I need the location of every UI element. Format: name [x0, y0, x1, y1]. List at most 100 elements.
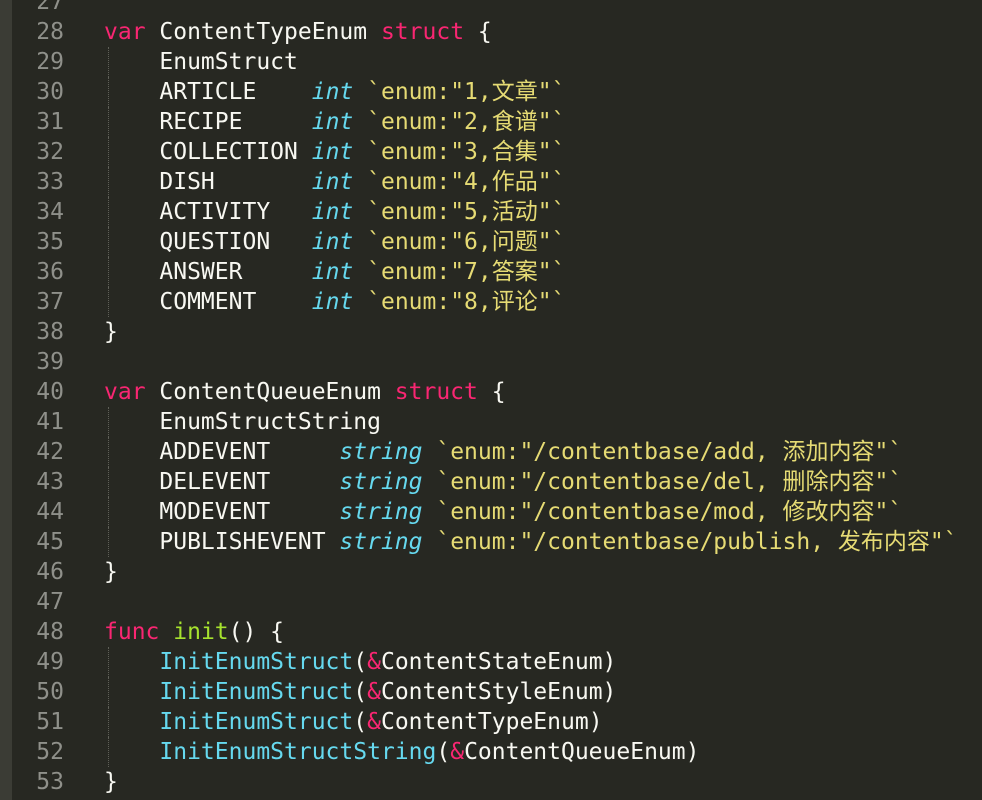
token-pl: } [104, 559, 118, 585]
code-line[interactable]: 43 DELEVENT string `enum:"/contentbase/d… [12, 467, 982, 497]
code-line[interactable]: 51 InitEnumStruct(&ContentTypeEnum) [12, 707, 982, 737]
token-typ: string [339, 529, 423, 555]
code-lines[interactable]: 27 28 var ContentTypeEnum struct {29 EnumS… [12, 0, 982, 797]
code-text: var ContentQueueEnum struct { [104, 377, 506, 407]
token-typ: string [339, 499, 423, 525]
code-text: COLLECTION int `enum:"3,合集"` [104, 137, 565, 167]
code-line[interactable]: 36 ANSWER int `enum:"7,答案"` [12, 257, 982, 287]
line-number: 28 [36, 19, 64, 45]
code-line[interactable]: 42 ADDEVENT string `enum:"/contentbase/a… [12, 437, 982, 467]
code-line[interactable]: 53} [12, 767, 982, 797]
code-text: InitEnumStructString(&ContentQueueEnum) [104, 737, 699, 767]
token-kw: & [367, 679, 381, 705]
code-text: var ContentTypeEnum struct { [104, 17, 492, 47]
line-number: 29 [36, 49, 64, 75]
token-typ: int [311, 79, 354, 105]
code-line[interactable]: 45 PUBLISHEVENT string `enum:"/contentba… [12, 527, 982, 557]
token-pl: ContentTypeEnum [145, 19, 381, 45]
token-kw: & [450, 739, 465, 765]
code-line[interactable]: 52 InitEnumStructString(&ContentQueueEnu… [12, 737, 982, 767]
token-call: InitEnumStructString [159, 739, 437, 765]
code-line[interactable]: 49 InitEnumStruct(&ContentStateEnum) [12, 647, 982, 677]
code-editor[interactable]: 27 28 var ContentTypeEnum struct {29 EnumS… [0, 0, 982, 800]
code-line[interactable]: 28 var ContentTypeEnum struct { [12, 17, 982, 47]
token-pl: ContentStyleEnum) [380, 679, 617, 705]
code-line[interactable]: 41 EnumStructString [12, 407, 982, 437]
token-typ: int [311, 169, 354, 195]
code-line[interactable]: 37 COMMENT int `enum:"8,评论"` [12, 287, 982, 317]
token-kw: & [367, 649, 381, 675]
token-pl: COLLECTION [159, 139, 312, 165]
token-str: `enum:"6,问题"` [367, 229, 566, 255]
token-pl: { [477, 379, 506, 405]
code-line[interactable]: 27 [12, 0, 982, 17]
token-kw: & [367, 709, 381, 735]
code-line[interactable]: 29 EnumStruct [12, 47, 982, 77]
token-pl: DELEVENT [159, 469, 340, 495]
line-number: 53 [36, 769, 64, 795]
code-line[interactable]: 47 [12, 587, 982, 617]
token-typ: int [311, 259, 354, 285]
token-pl: DISH [159, 169, 312, 195]
code-text: COMMENT int `enum:"8,评论"` [104, 287, 565, 317]
line-number: 51 [36, 709, 64, 735]
code-line[interactable]: 31 RECIPE int `enum:"2,食谱"` [12, 107, 982, 137]
code-line[interactable]: 32 COLLECTION int `enum:"3,合集"` [12, 137, 982, 167]
line-number: 40 [36, 379, 64, 405]
code-text: } [104, 557, 118, 587]
token-pl: { [464, 19, 492, 45]
line-number: 39 [36, 349, 64, 375]
code-line[interactable]: 38} [12, 317, 982, 347]
line-number: 27 [36, 0, 64, 15]
code-text: QUESTION int `enum:"6,问题"` [104, 227, 565, 257]
line-number: 38 [36, 319, 64, 345]
line-number: 32 [36, 139, 64, 165]
token-call: InitEnumStruct [159, 649, 354, 675]
token-call: InitEnumStruct [159, 679, 354, 705]
line-number: 46 [36, 559, 64, 585]
token-typ: string [339, 469, 423, 495]
line-number: 31 [36, 109, 64, 135]
token-str: `enum:"5,活动"` [367, 199, 566, 225]
code-text: ANSWER int `enum:"7,答案"` [104, 257, 565, 287]
token-pl: COMMENT [159, 289, 312, 315]
code-line[interactable]: 35 QUESTION int `enum:"6,问题"` [12, 227, 982, 257]
token-kw: var [104, 19, 146, 45]
code-line[interactable]: 40 var ContentQueueEnum struct { [12, 377, 982, 407]
code-line[interactable]: 30 ARTICLE int `enum:"1,文章"` [12, 77, 982, 107]
code-text: ADDEVENT string `enum:"/contentbase/add,… [104, 437, 902, 467]
code-text: } [104, 317, 118, 347]
code-line[interactable]: 34 ACTIVITY int `enum:"5,活动"` [12, 197, 982, 227]
code-text: DISH int `enum:"4,作品"` [104, 167, 565, 197]
token-pl: ContentQueueEnum [145, 379, 395, 405]
line-number: 42 [36, 439, 64, 465]
token-pl: ContentQueueEnum) [464, 739, 700, 765]
code-line[interactable]: 44 MODEVENT string `enum:"/contentbase/m… [12, 497, 982, 527]
line-number: 41 [36, 409, 64, 435]
token-pl: } [104, 769, 118, 795]
code-line[interactable]: 39 [12, 347, 982, 377]
code-line[interactable]: 46} [12, 557, 982, 587]
code-line[interactable]: 50 InitEnumStruct(&ContentStyleEnum) [12, 677, 982, 707]
token-str: `enum:"7,答案"` [367, 259, 566, 285]
line-number: 52 [36, 739, 64, 765]
code-text: MODEVENT string `enum:"/contentbase/mod,… [104, 497, 902, 527]
code-line[interactable]: 48 func init() { [12, 617, 982, 647]
code-line[interactable]: 33 DISH int `enum:"4,作品"` [12, 167, 982, 197]
token-typ: int [311, 139, 354, 165]
line-number: 47 [36, 589, 64, 615]
